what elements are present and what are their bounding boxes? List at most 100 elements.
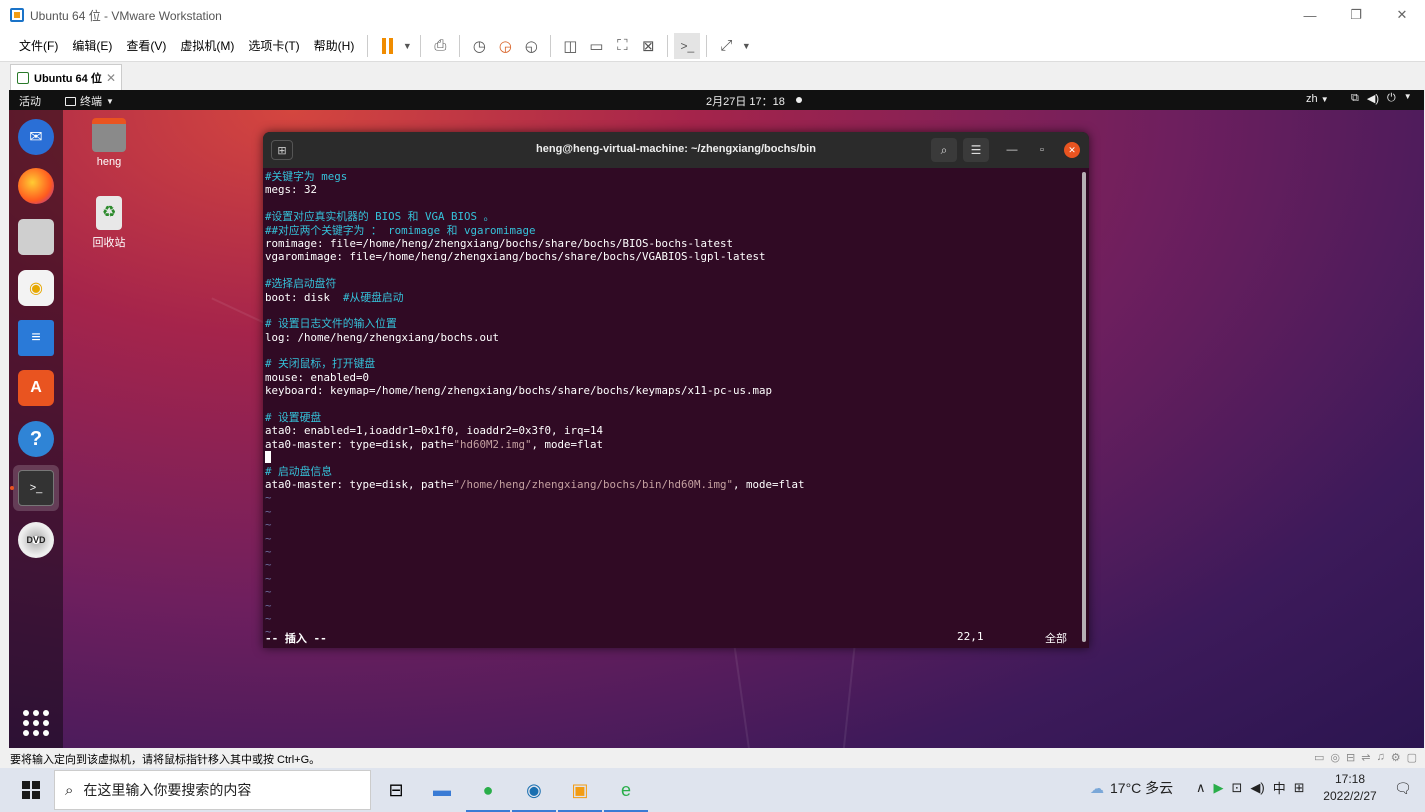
desktop-home-icon[interactable]: heng xyxy=(79,118,139,168)
app-ring-icon[interactable]: ◉ xyxy=(512,774,556,812)
volume-icon[interactable]: ◀) xyxy=(1250,780,1264,796)
weather-text: 17°C 多云 xyxy=(1110,780,1174,796)
tab-label: Ubuntu 64 位 xyxy=(34,72,102,85)
menu-tabs[interactable]: 选项卡(T) xyxy=(241,37,306,54)
terminal-token: ~ xyxy=(265,558,272,572)
snapshot-icon[interactable]: ◷ xyxy=(466,33,492,59)
search-input[interactable] xyxy=(83,782,344,798)
app-menu[interactable]: 终端 ▼ xyxy=(65,93,114,109)
files-icon[interactable] xyxy=(18,219,54,255)
terminal-window[interactable]: ⊞ heng@heng-virtual-machine: ~/zhengxian… xyxy=(263,132,1089,648)
network-adapter-icon[interactable]: ⊟ xyxy=(1346,751,1355,764)
hdd-icon[interactable]: ▭ xyxy=(1314,751,1324,764)
restore-button[interactable]: ❐ xyxy=(1333,0,1379,30)
terminal-token: ~ xyxy=(265,504,272,518)
terminal-mini-icon xyxy=(65,96,76,106)
search-icon: ⌕ xyxy=(65,781,74,799)
dvd-icon[interactable]: DVD xyxy=(18,522,54,558)
tab-close-icon[interactable]: ✕ xyxy=(106,71,116,85)
thunderbird-icon[interactable]: ✉ xyxy=(18,119,54,155)
power-dropdown-icon[interactable]: ▼ xyxy=(400,33,414,59)
rhythmbox-icon[interactable]: ◉ xyxy=(18,270,54,306)
snapshot-manager-icon[interactable]: ◵ xyxy=(518,33,544,59)
sound-icon[interactable]: ♫ xyxy=(1376,751,1384,764)
terminal-line: # 设置硬盘 xyxy=(265,411,1077,424)
network-icon: ⧉ xyxy=(1351,92,1359,104)
terminal-line: #关键字为 megs xyxy=(265,170,1077,183)
top-bar-clock[interactable]: 2月27日 17：18 xyxy=(706,93,785,109)
unity-icon[interactable]: ⊠ xyxy=(635,33,661,59)
minimize-icon[interactable]: — xyxy=(1004,142,1020,158)
tray-network-icon[interactable]: ⊡ xyxy=(1232,780,1243,796)
windows-search-box[interactable]: ⌕ xyxy=(54,770,371,810)
task-view-icon[interactable]: ⊟ xyxy=(380,774,412,806)
desktop-trash-icon[interactable]: ♻ 回收站 xyxy=(79,196,139,250)
menu-view[interactable]: 查看(V) xyxy=(119,37,173,54)
stretch-dropdown-icon[interactable]: ▼ xyxy=(739,33,753,59)
close-button[interactable]: ✕ xyxy=(1379,0,1425,30)
stretch-icon[interactable]: ⤢ xyxy=(713,33,739,59)
terminal-text[interactable]: #关键字为 megs megs: 32 #设置对应真实机器的 BIOS 和 VGA … xyxy=(263,168,1079,648)
ubuntu-desktop[interactable]: ✉ ◉ ≡ A ? >_ DVD heng ♻ 回收站 ⊞ heng@heng-… xyxy=(9,110,1424,748)
usb-icon[interactable]: ⇌ xyxy=(1361,751,1370,764)
close-icon[interactable]: ✕ xyxy=(1064,142,1080,158)
terminal-line: ##对应两个关键字为 ： romimage 和 vgaromimage xyxy=(265,224,1077,237)
lang-label: zh xyxy=(1306,93,1318,105)
notification-center-icon[interactable]: 🗨 xyxy=(1394,780,1412,797)
hamburger-menu-icon[interactable]: ☰ xyxy=(963,138,989,162)
help-icon[interactable]: ? xyxy=(18,421,54,457)
input-method-indicator[interactable]: zh ▼ xyxy=(1306,93,1329,105)
chevron-up-icon[interactable]: ∧ xyxy=(1196,780,1206,796)
toolbar-separator xyxy=(459,34,461,57)
system-tray[interactable]: ⧉ ◀) ⏻ ▼ xyxy=(1351,92,1412,105)
ime-indicator[interactable]: 中 xyxy=(1273,778,1286,797)
minimize-button[interactable]: — xyxy=(1287,0,1333,30)
taskbar-clock[interactable]: 17:18 2022/2/27 xyxy=(1318,771,1382,805)
maximize-icon[interactable]: ▫ xyxy=(1034,142,1050,158)
settings-icon[interactable]: ⚙ xyxy=(1391,751,1401,764)
weather-widget[interactable]: ☁ 17°C 多云 xyxy=(1090,778,1173,798)
tray-app-icon[interactable]: ▶ xyxy=(1214,780,1224,796)
terminal-token: ata0-master: type=disk, path= xyxy=(265,477,454,491)
vmware-icon[interactable]: ▣ xyxy=(558,774,602,812)
pause-button[interactable] xyxy=(374,33,400,59)
ie-icon[interactable]: e xyxy=(604,774,648,812)
wechat-icon[interactable]: ● xyxy=(466,774,510,812)
menu-file[interactable]: 文件(F) xyxy=(12,37,65,54)
console-view-icon[interactable]: >_ xyxy=(674,32,701,59)
menu-vm[interactable]: 虚拟机(M) xyxy=(173,37,241,54)
firefox-icon[interactable] xyxy=(18,168,54,204)
thumbnail-icon[interactable]: ▭ xyxy=(583,33,609,59)
menu-edit[interactable]: 编辑(E) xyxy=(65,37,119,54)
guest-screen[interactable]: ✉ ◉ ≡ A ? >_ DVD heng ♻ 回收站 ⊞ heng@heng-… xyxy=(9,90,1424,748)
menu-help[interactable]: 帮助(H) xyxy=(307,37,362,54)
ime-mode-icon[interactable]: ⊞ xyxy=(1294,780,1305,796)
explorer-icon[interactable]: ▬ xyxy=(426,774,458,806)
software-center-icon[interactable]: A xyxy=(18,370,54,406)
terminal-line: ~ xyxy=(265,518,1077,531)
activities-button[interactable]: 活动 xyxy=(19,93,41,109)
show-apps-icon[interactable] xyxy=(23,710,49,736)
revert-snapshot-icon[interactable]: ◶ xyxy=(492,33,518,59)
tab-ubuntu[interactable]: Ubuntu 64 位 ✕ xyxy=(10,64,122,90)
terminal-line: #设置对应真实机器的 BIOS 和 VGA BIOS 。 xyxy=(265,210,1077,223)
start-button[interactable] xyxy=(22,781,40,799)
vmware-titlebar: Ubuntu 64 位 - VMware Workstation — ❐ ✕ xyxy=(0,0,1425,30)
libreoffice-writer-icon[interactable]: ≡ xyxy=(18,320,54,356)
library-icon[interactable]: ◫ xyxy=(557,33,583,59)
send-ctrl-alt-del-icon[interactable]: ⎙ xyxy=(427,33,453,59)
terminal-icon[interactable]: >_ xyxy=(18,470,54,506)
terminal-line xyxy=(265,451,1077,464)
system-tray[interactable]: ∧ ▶ ⊡ ◀) 中 ⊞ xyxy=(1196,778,1305,797)
windows-taskbar: ⌕ ⊟ ▬ ● ◉ ▣ e ☁ 17°C 多云 ∧ ▶ ⊡ ◀) 中 ⊞ 17:… xyxy=(0,768,1425,812)
notification-dot xyxy=(796,97,802,103)
fullscreen-icon[interactable]: ⛶ xyxy=(609,33,635,59)
terminal-line: ~ xyxy=(265,599,1077,612)
terminal-scrollbar[interactable] xyxy=(1082,172,1086,642)
cdrom-icon[interactable]: ◎ xyxy=(1330,751,1340,764)
search-icon[interactable]: ⌕ xyxy=(931,138,957,162)
display-icon[interactable]: ▢ xyxy=(1407,751,1417,764)
terminal-line: log: /home/heng/zhengxiang/bochs.out xyxy=(265,331,1077,344)
terminal-line: megs: 32 xyxy=(265,183,1077,196)
